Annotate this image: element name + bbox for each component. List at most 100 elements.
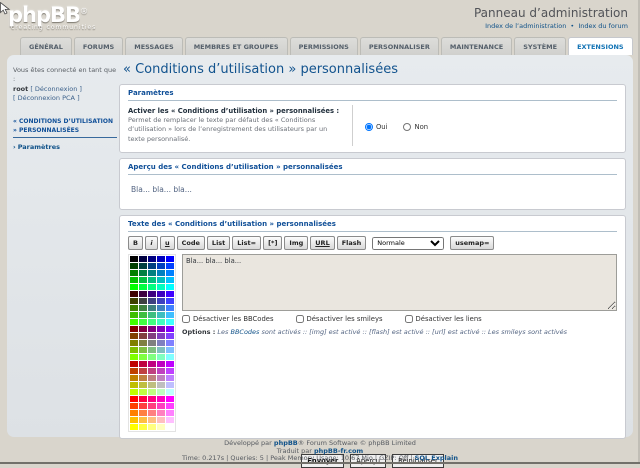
link-forum-index[interactable]: Index du forum [578, 22, 628, 30]
radio-oui-label[interactable]: Oui [365, 107, 388, 146]
font-size-select[interactable]: Normale [372, 237, 444, 250]
palette-color-FF8000[interactable] [130, 410, 138, 416]
palette-color-0000FF[interactable] [166, 256, 174, 262]
tab-systeme[interactable]: SYSTÈME [514, 37, 566, 55]
palette-color-000040[interactable] [139, 256, 147, 262]
palette-color-004040[interactable] [139, 263, 147, 269]
desactiver-les-bbcodes-label[interactable]: Désactiver les BBCodes [182, 315, 274, 323]
palette-color-408080[interactable] [148, 305, 156, 311]
palette-color-80FF80[interactable] [148, 354, 156, 360]
palette-color-BFFF80[interactable] [148, 389, 156, 395]
palette-color-008000[interactable] [130, 270, 138, 276]
palette-color-8040FF[interactable] [166, 333, 174, 339]
phpbb-logo[interactable]: phpBB® creating communities [8, 3, 96, 31]
palette-color-400000[interactable] [130, 291, 138, 297]
palette-color-408040[interactable] [139, 305, 147, 311]
palette-color-008080[interactable] [148, 270, 156, 276]
palette-color-80BFFF[interactable] [166, 347, 174, 353]
desactiver-les-smileys-label[interactable]: Désactiver les smileys [296, 315, 383, 323]
bbcode-url-button[interactable]: URL [310, 236, 334, 250]
bbcode-code-button[interactable]: Code [177, 236, 205, 250]
palette-color-FFBF80[interactable] [148, 417, 156, 423]
palette-color-40FF80[interactable] [148, 319, 156, 325]
palette-color-8080BF[interactable] [157, 340, 165, 346]
palette-color-80BF00[interactable] [130, 347, 138, 353]
palette-color-400080[interactable] [148, 291, 156, 297]
palette-color-004080[interactable] [148, 263, 156, 269]
palette-color-BF40BF[interactable] [157, 368, 165, 374]
palette-color-800080[interactable] [148, 326, 156, 332]
palette-color-404080[interactable] [148, 298, 156, 304]
logout-pca-link[interactable]: [ Déconnexion PCA ] [13, 94, 80, 102]
palette-color-8080FF[interactable] [166, 340, 174, 346]
palette-color-BF4080[interactable] [148, 368, 156, 374]
palette-color-804000[interactable] [130, 333, 138, 339]
palette-color-40FFBF[interactable] [157, 319, 165, 325]
palette-color-BF4040[interactable] [139, 368, 147, 374]
palette-color-400040[interactable] [139, 291, 147, 297]
palette-color-FF4000[interactable] [130, 403, 138, 409]
palette-color-808000[interactable] [130, 340, 138, 346]
palette-color-404040[interactable] [139, 298, 147, 304]
palette-color-FFBFBF[interactable] [157, 417, 165, 423]
palette-color-80BF80[interactable] [148, 347, 156, 353]
palette-color-000000[interactable] [130, 256, 138, 262]
palette-color-FF8040[interactable] [139, 410, 147, 416]
palette-color-FF0080[interactable] [148, 396, 156, 402]
palette-color-80FFFF[interactable] [166, 354, 174, 360]
palette-color-00FF40[interactable] [139, 284, 147, 290]
bbcode-flash-button[interactable]: Flash [337, 236, 367, 250]
palette-color-FFFFBF[interactable] [157, 424, 165, 430]
palette-color-804040[interactable] [139, 333, 147, 339]
palette-color-0080FF[interactable] [166, 270, 174, 276]
sidebar-item-parametres[interactable]: ›Paramètres [13, 143, 117, 152]
radio-non[interactable] [403, 123, 411, 131]
palette-color-00BF80[interactable] [148, 277, 156, 283]
palette-color-40FF40[interactable] [139, 319, 147, 325]
palette-color-BF0000[interactable] [130, 361, 138, 367]
bbcode-underline-button[interactable]: u [160, 236, 175, 250]
palette-color-FFFF80[interactable] [148, 424, 156, 430]
palette-color-BFFFFF[interactable] [166, 389, 174, 395]
logout-link[interactable]: [ Déconnexion ] [30, 85, 82, 93]
palette-color-FF00BF[interactable] [157, 396, 165, 402]
tab-membres-et-groupes[interactable]: MEMBRES ET GROUPES [185, 37, 288, 55]
palette-color-FF40BF[interactable] [157, 403, 165, 409]
bbcode-usemap-button[interactable]: usemap= [450, 236, 494, 250]
palette-color-FFFF40[interactable] [139, 424, 147, 430]
palette-color-BF80BF[interactable] [157, 375, 165, 381]
palette-color-BF8000[interactable] [130, 375, 138, 381]
tab-messages[interactable]: MESSAGES [125, 37, 182, 55]
link-admin-index[interactable]: Index de l’administration [485, 22, 566, 30]
palette-color-BF40FF[interactable] [166, 368, 174, 374]
bbcode-bold-button[interactable]: B [128, 236, 143, 250]
palette-color-BFBFBF[interactable] [157, 382, 165, 388]
palette-color-BFBF00[interactable] [130, 382, 138, 388]
palette-color-4080FF[interactable] [166, 305, 174, 311]
palette-color-008040[interactable] [139, 270, 147, 276]
bbcode-list-ordered-button[interactable]: List= [232, 236, 261, 250]
palette-color-BFFF00[interactable] [130, 389, 138, 395]
tab-extensions[interactable]: EXTENSIONS [568, 37, 633, 55]
desactiver-les-smileys-checkbox[interactable] [296, 315, 304, 323]
palette-color-BFBFFF[interactable] [166, 382, 174, 388]
palette-color-80FF00[interactable] [130, 354, 138, 360]
palette-color-FF4080[interactable] [148, 403, 156, 409]
palette-color-40BF40[interactable] [139, 312, 147, 318]
palette-color-BFFFBF[interactable] [157, 389, 165, 395]
message-textarea[interactable]: Bla... bla... bla... [182, 254, 617, 311]
palette-color-004000[interactable] [130, 263, 138, 269]
palette-color-FF80BF[interactable] [157, 410, 165, 416]
tab-general[interactable]: GÉNÉRAL [20, 37, 72, 55]
desactiver-les-liens-checkbox[interactable] [405, 315, 413, 323]
palette-color-BF00BF[interactable] [157, 361, 165, 367]
palette-color-40BFBF[interactable] [157, 312, 165, 318]
palette-color-4040FF[interactable] [166, 298, 174, 304]
radio-oui[interactable] [365, 123, 373, 131]
palette-color-BF00FF[interactable] [166, 361, 174, 367]
palette-color-FF80FF[interactable] [166, 410, 174, 416]
palette-color-00BF00[interactable] [130, 277, 138, 283]
palette-color-FF0000[interactable] [130, 396, 138, 402]
palette-color-80BF40[interactable] [139, 347, 147, 353]
palette-color-40FFFF[interactable] [166, 319, 174, 325]
